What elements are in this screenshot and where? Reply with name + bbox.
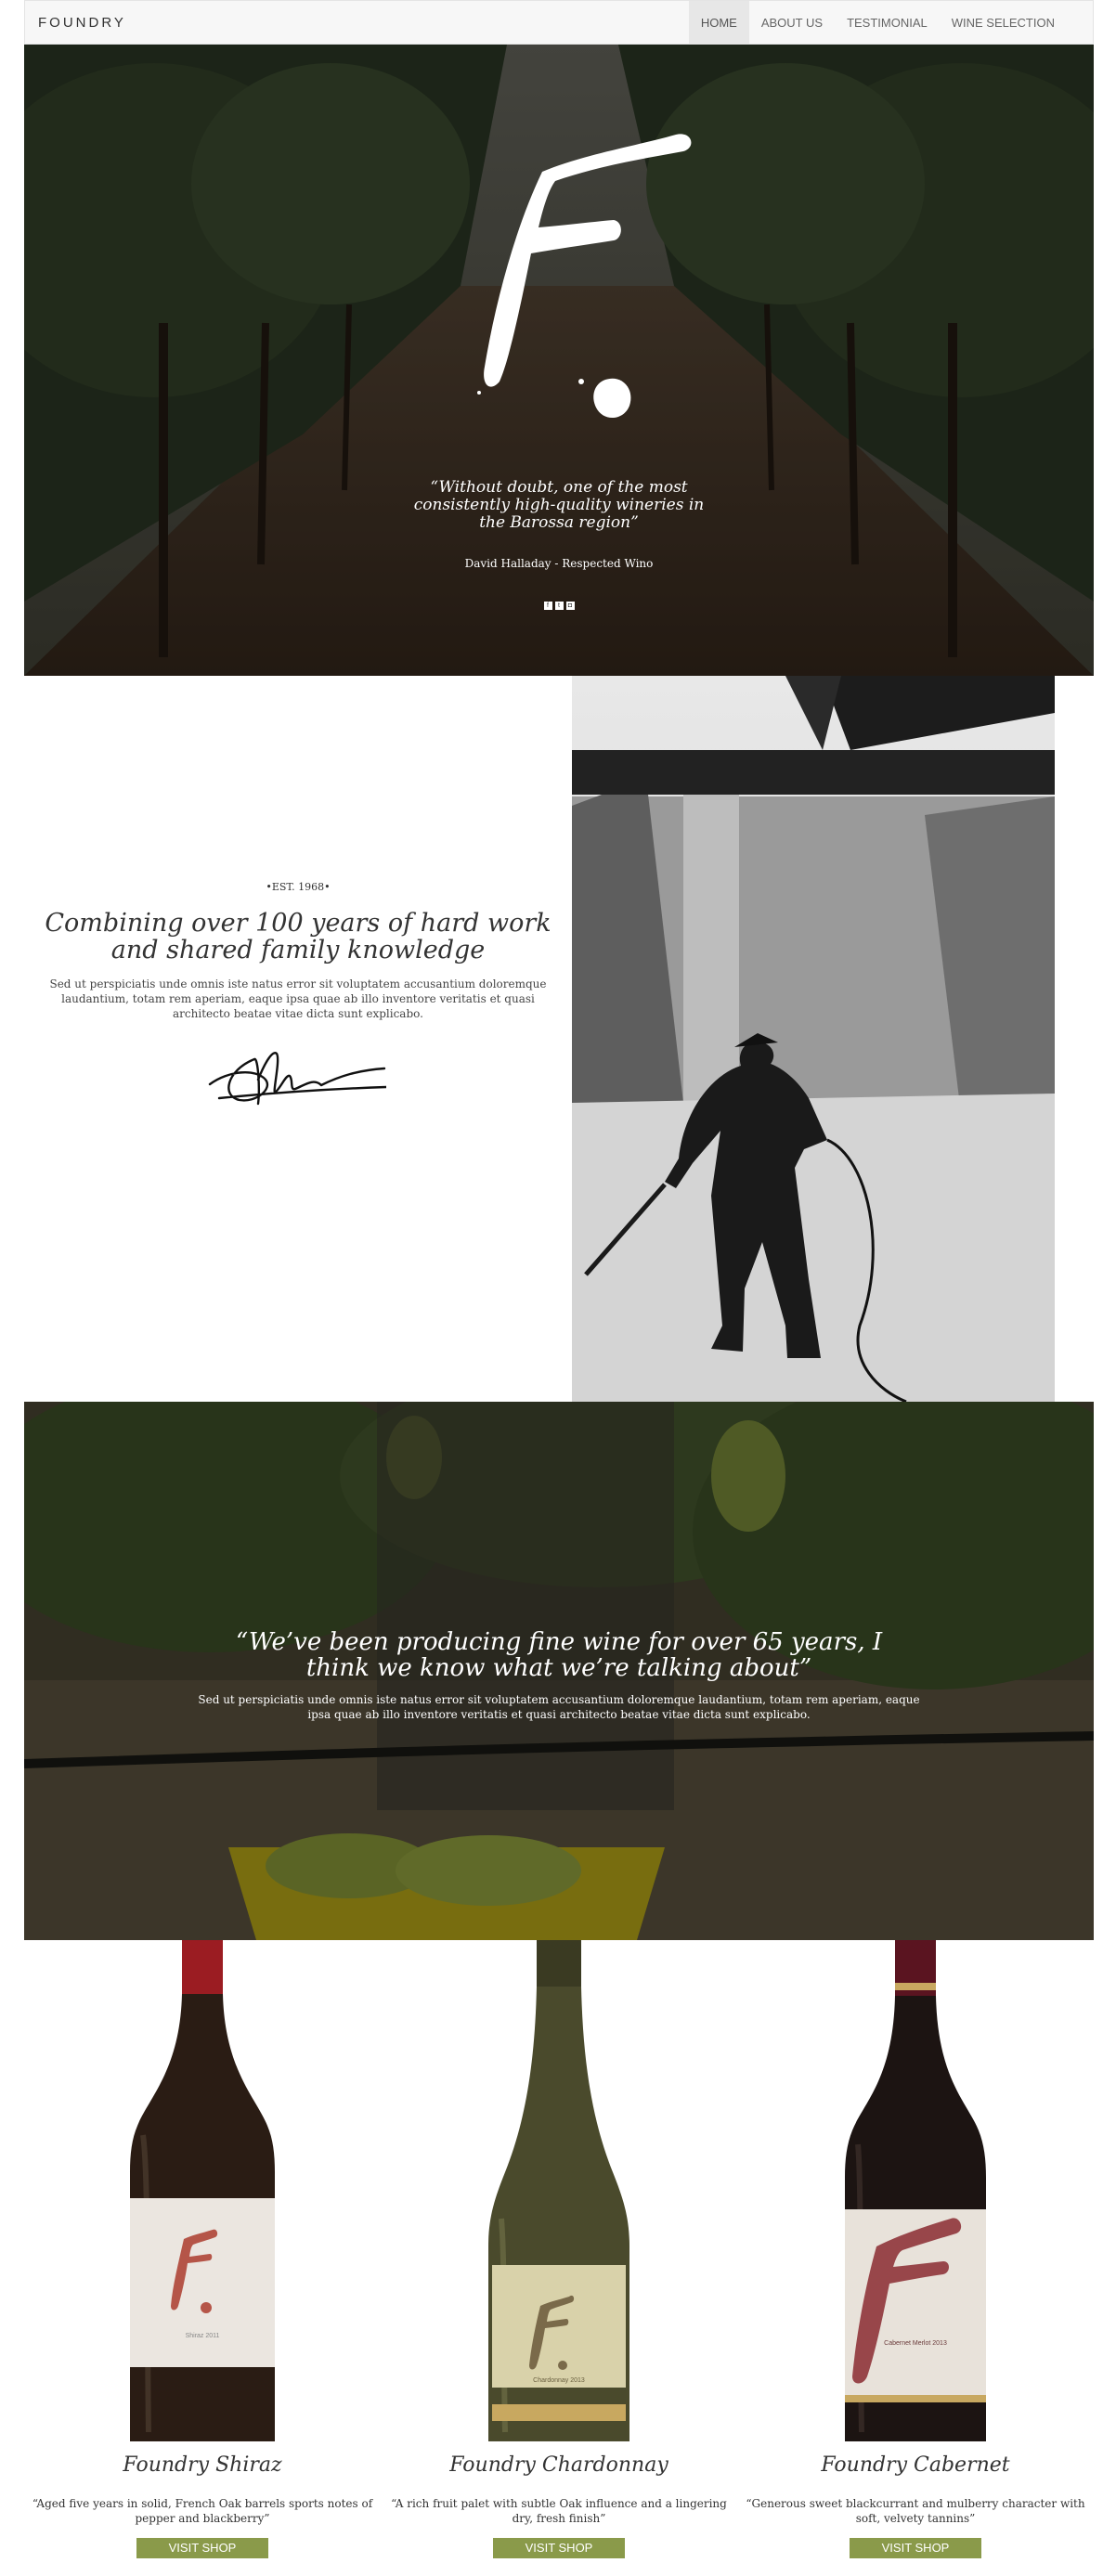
wine-selection-section: Shiraz 2011 Foundry Shiraz “Aged five ye… — [24, 1940, 1094, 2576]
wine-description: “A rich fruit palet with subtle Oak infl… — [391, 2497, 727, 2525]
established-badge: •EST. 1968• — [266, 881, 331, 893]
about-title: Combining over 100 years of hard work an… — [45, 909, 552, 964]
foundry-f-logo — [477, 134, 692, 419]
testimonial-section: “We’ve been producing fine wine for over… — [24, 1402, 1094, 1940]
wine-card-chardonnay: Chardonnay 2013 Foundry Chardonnay “A ri… — [381, 1940, 737, 2576]
wine-description: “Aged five years in solid, French Oak ba… — [32, 2497, 373, 2525]
hero-quote-author: David Halladay - Respected Wino — [464, 557, 654, 570]
hero-section: “Without doubt, one of the most consiste… — [24, 45, 1094, 676]
signature-image — [208, 1052, 386, 1106]
wine-card-cabernet: Cabernet Merlot 2013 Foundry Cabernet “G… — [737, 1940, 1094, 2576]
instagram-icon[interactable]: ◘ — [565, 602, 575, 610]
cabernet-label-text: Cabernet Merlot 2013 — [884, 2340, 947, 2347]
hero-quote: “Without doubt, one of the most consiste… — [413, 478, 705, 532]
twitter-icon[interactable]: t — [554, 602, 564, 610]
nav-item-testimonial[interactable]: TESTIMONIAL — [835, 1, 940, 44]
wine-description: “Generous sweet blackcurrant and mulberr… — [746, 2497, 1085, 2525]
chardonnay-bottle-image: Chardonnay 2013 — [488, 1940, 629, 2441]
facebook-icon[interactable]: f — [543, 602, 552, 610]
visit-shop-button[interactable]: VISIT SHOP — [850, 2538, 981, 2558]
about-body: Sed ut perspiciatis unde omnis iste natu… — [49, 977, 547, 1020]
visit-shop-button[interactable]: VISIT SHOP — [493, 2538, 625, 2558]
top-navbar: FOUNDRY HOME ABOUT US TESTIMONIAL WINE S… — [24, 0, 1094, 45]
cabernet-bottle-image: Cabernet Merlot 2013 — [845, 1940, 986, 2441]
shiraz-label-text: Shiraz 2011 — [186, 2333, 220, 2339]
social-links: f t ◘ — [24, 602, 1094, 610]
nav-menu: HOME ABOUT US TESTIMONIAL WINE SELECTION — [688, 1, 1067, 44]
visit-shop-button[interactable]: VISIT SHOP — [136, 2538, 268, 2558]
nav-item-about-us[interactable]: ABOUT US — [749, 1, 835, 44]
brand-logo[interactable]: FOUNDRY — [38, 15, 689, 31]
shiraz-bottle-image: Shiraz 2011 — [130, 1940, 275, 2441]
about-section: •EST. 1968• Combining over 100 years of … — [24, 676, 572, 1402]
wine-name: Foundry Chardonnay — [449, 2453, 668, 2477]
chardonnay-label-text: Chardonnay 2013 — [533, 2377, 585, 2384]
wine-name: Foundry Cabernet — [821, 2453, 1010, 2477]
nav-item-home[interactable]: HOME — [688, 1, 749, 44]
wine-name: Foundry Shiraz — [123, 2453, 282, 2477]
testimonial-body: Sed ut perspiciatis unde omnis iste natu… — [198, 1693, 920, 1721]
nav-item-wine-selection[interactable]: WINE SELECTION — [940, 1, 1067, 44]
worker-hosing-photo — [572, 676, 1055, 1402]
testimonial-quote: “We’ve been producing fine wine for over… — [235, 1628, 883, 1682]
wine-card-shiraz: Shiraz 2011 Foundry Shiraz “Aged five ye… — [24, 1940, 381, 2576]
